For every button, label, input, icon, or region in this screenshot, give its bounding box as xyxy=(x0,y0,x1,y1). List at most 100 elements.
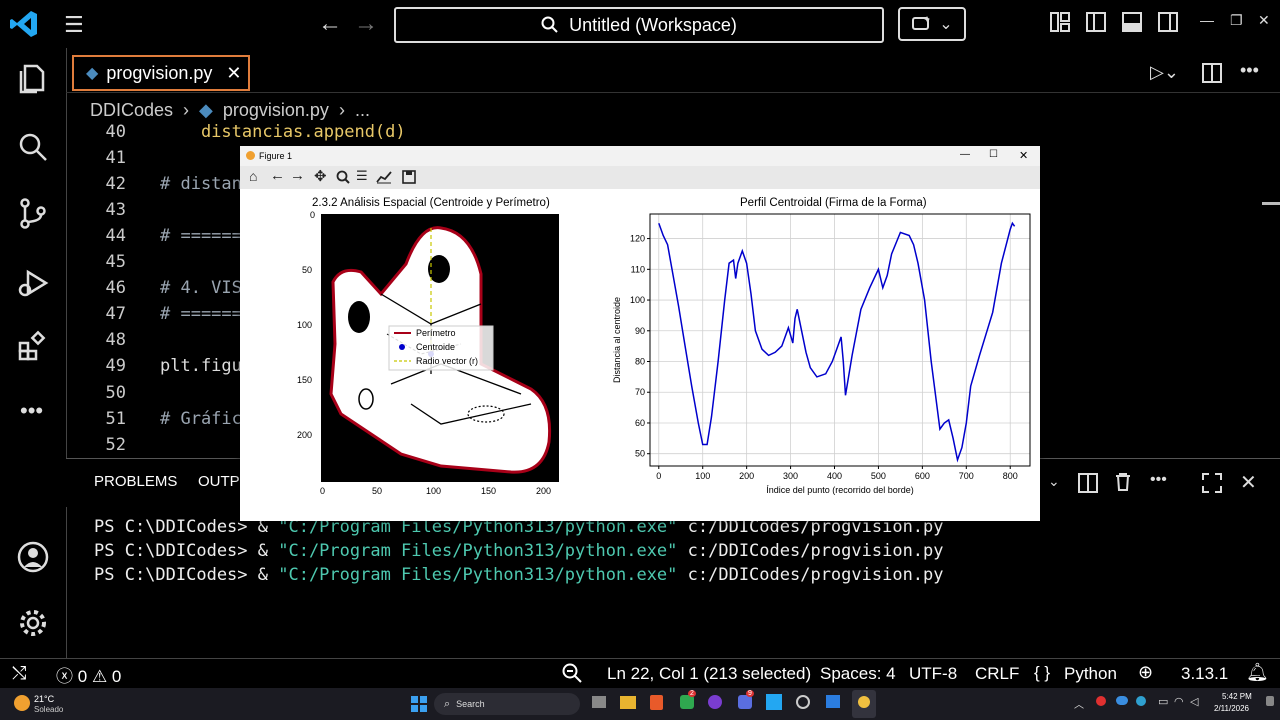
language-mode[interactable]: Python xyxy=(1064,664,1117,684)
extensions-icon[interactable] xyxy=(16,330,50,364)
problems-indicator[interactable]: ⓧ 0 ⚠ 0 xyxy=(56,662,121,687)
toggle-panel-icon[interactable] xyxy=(1122,12,1142,32)
task-view-icon[interactable] xyxy=(592,696,606,708)
code-line[interactable]: # ====== xyxy=(160,226,242,246)
encoding[interactable]: UTF-8 xyxy=(909,664,957,684)
line-number: 42 xyxy=(105,174,126,194)
terminal-string: "C:/Program Files/Python313/python.exe" xyxy=(278,541,678,561)
home-icon[interactable]: ⌂ xyxy=(249,168,257,184)
trash-icon[interactable] xyxy=(1114,472,1132,492)
minimize-button[interactable]: — xyxy=(1200,12,1214,28)
chart-ylabel: Distancia al centroide xyxy=(612,297,622,383)
taskbar-search-label: Search xyxy=(456,699,485,709)
close-tab-icon[interactable]: ✕ xyxy=(226,63,241,84)
network-icon[interactable]: ▭ xyxy=(1158,695,1168,708)
command-center-search[interactable]: Untitled (Workspace) xyxy=(394,7,884,43)
source-control-icon[interactable] xyxy=(16,196,50,230)
explorer-icon[interactable] xyxy=(16,62,50,96)
menu-icon[interactable]: ☰ xyxy=(64,12,84,38)
figure-close-button[interactable]: ✕ xyxy=(1019,149,1028,162)
restore-button[interactable]: ❐ xyxy=(1230,12,1243,29)
forward-icon[interactable]: → xyxy=(290,167,305,184)
zoom-rect-icon[interactable] xyxy=(336,170,350,184)
tray-app-icon[interactable] xyxy=(1096,696,1106,706)
maximize-panel-icon[interactable] xyxy=(1202,473,1222,493)
github-icon[interactable] xyxy=(796,695,810,709)
code-line[interactable]: # Gráfic xyxy=(160,409,242,429)
code-line[interactable]: # 4. VIS xyxy=(160,278,242,298)
y-tick-label: 100 xyxy=(630,295,645,305)
pan-icon[interactable]: ✥ xyxy=(314,167,327,185)
xbox-icon[interactable] xyxy=(680,695,694,709)
customize-layout-icon[interactable] xyxy=(1050,12,1070,32)
panel-more-icon[interactable]: ••• xyxy=(1150,471,1167,489)
chevron-down-icon[interactable]: ⌄ xyxy=(1048,473,1060,490)
remote-icon[interactable]: ⤭ xyxy=(12,663,26,684)
vscode-taskbar-icon[interactable] xyxy=(766,694,782,710)
forward-arrow-icon[interactable]: → xyxy=(354,10,378,38)
settings-gear-icon[interactable] xyxy=(16,606,50,640)
series-line xyxy=(658,221,1016,463)
volume-icon[interactable]: ◁ xyxy=(1190,695,1198,708)
monitor-icon[interactable] xyxy=(826,695,840,708)
windows-start-icon[interactable] xyxy=(411,696,427,712)
configure-subplots-icon[interactable]: ☰ xyxy=(356,168,368,184)
onedrive-icon[interactable] xyxy=(1116,696,1128,705)
zoom-out-icon[interactable] xyxy=(562,663,582,683)
clock-date[interactable]: 2/11/2026 xyxy=(1214,704,1249,713)
editor-more-actions-icon[interactable]: ••• xyxy=(1240,60,1259,81)
notification-center-icon[interactable] xyxy=(1266,696,1274,706)
copilot-status-icon[interactable]: ⊕ xyxy=(1138,662,1153,683)
x-tick-label: 700 xyxy=(959,471,974,481)
indentation[interactable]: Spaces: 4 xyxy=(820,664,896,684)
more-icon[interactable]: ••• xyxy=(20,398,43,424)
breadcrumb-folder[interactable]: DDICodes xyxy=(90,100,173,121)
back-arrow-icon[interactable]: ← xyxy=(318,10,342,38)
minimap-slider[interactable] xyxy=(1262,202,1280,205)
close-window-button[interactable]: ✕ xyxy=(1258,12,1270,29)
centroid-profile-chart: 0 100 200 300 400 500 600 700 800 50 60 70 80 90 100 11… xyxy=(612,213,1031,495)
code-line[interactable]: distancias.append(d) xyxy=(160,122,406,142)
code-line[interactable]: plt.figu xyxy=(160,356,242,376)
toggle-primary-sidebar-icon[interactable] xyxy=(1086,12,1106,32)
save-figure-icon[interactable] xyxy=(402,170,416,184)
breadcrumb-file[interactable]: progvision.py xyxy=(223,100,329,121)
teams-icon[interactable] xyxy=(738,695,752,709)
close-panel-icon[interactable]: ✕ xyxy=(1240,470,1257,495)
tab-problems[interactable]: PROBLEMS xyxy=(94,473,177,490)
wifi-icon[interactable]: ◠ xyxy=(1174,695,1184,708)
copilot-button[interactable]: ⌄ xyxy=(898,7,966,41)
figure-minimize-button[interactable]: — xyxy=(960,149,970,160)
run-debug-icon[interactable] xyxy=(16,266,50,300)
toggle-secondary-sidebar-icon[interactable] xyxy=(1158,12,1178,32)
weather-icon[interactable] xyxy=(14,695,30,711)
taskbar-search[interactable]: ⌕ Search xyxy=(434,693,580,715)
tray-app-icon[interactable] xyxy=(1136,696,1146,706)
file-explorer-icon[interactable] xyxy=(620,696,636,709)
edit-axes-icon[interactable] xyxy=(376,170,392,184)
back-icon[interactable]: ← xyxy=(270,167,285,184)
left-xtick: 50 xyxy=(372,486,383,496)
figure-maximize-button[interactable]: ☐ xyxy=(989,149,998,160)
cursor-position[interactable]: Ln 22, Col 1 (213 selected) xyxy=(607,664,811,684)
code-line[interactable]: # ====== xyxy=(160,304,242,324)
end-of-line[interactable]: CRLF xyxy=(975,664,1019,684)
clock-time[interactable]: 5:42 PM xyxy=(1222,692,1252,701)
run-python-file-icon[interactable]: ▷⌄ xyxy=(1150,62,1179,83)
y-tick-label: 120 xyxy=(630,234,645,244)
split-terminal-icon[interactable] xyxy=(1078,473,1098,493)
notifications-bell-icon[interactable]: 🔔︎ xyxy=(1246,662,1269,683)
breadcrumb-symbols[interactable]: ... xyxy=(355,100,370,121)
brave-browser-icon[interactable] xyxy=(650,695,663,710)
tab-output[interactable]: OUTP xyxy=(198,473,240,490)
error-count: 0 xyxy=(77,667,88,686)
chevron-up-icon[interactable]: ︿ xyxy=(1074,696,1084,711)
code-line[interactable]: # distan xyxy=(160,174,242,194)
split-editor-icon[interactable] xyxy=(1202,63,1222,83)
tabs-divider xyxy=(66,92,1280,93)
account-icon[interactable] xyxy=(16,540,50,574)
python-version[interactable]: 3.13.1 xyxy=(1181,664,1228,684)
editor-tab-progvision[interactable]: ◆ progvision.py ✕ xyxy=(72,55,250,91)
search-icon[interactable] xyxy=(16,130,50,164)
app-icon[interactable] xyxy=(708,695,722,709)
